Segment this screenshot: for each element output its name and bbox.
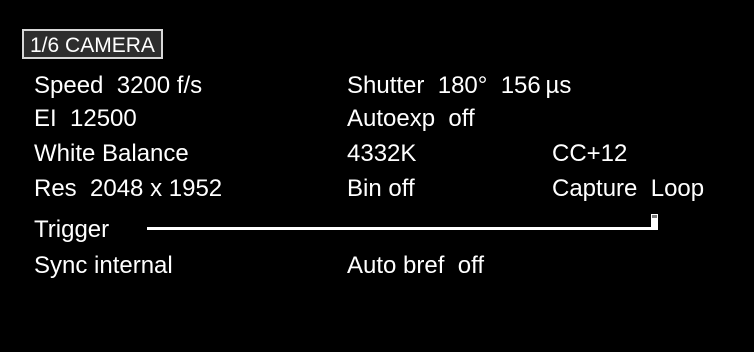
capture-mode-setting[interactable]: Capture Loop	[552, 175, 704, 203]
autoexp-setting[interactable]: Autoexp off	[347, 105, 475, 133]
auto-bref-setting[interactable]: Auto bref off	[347, 252, 484, 280]
shutter-setting[interactable]: Shutter 180° 156 µs	[347, 72, 571, 100]
speed-setting[interactable]: Speed 3200 f/s	[34, 72, 202, 100]
white-balance-cc[interactable]: CC+12	[552, 140, 627, 168]
camera-page-tab[interactable]: 1/6 CAMERA	[22, 29, 163, 59]
bin-setting[interactable]: Bin off	[347, 175, 415, 203]
camera-settings-screen: 1/6 CAMERA Speed 3200 f/s Shutter 180° 1…	[0, 0, 754, 352]
trigger-slider-handle[interactable]	[651, 214, 658, 228]
ei-setting[interactable]: EI 12500	[34, 105, 137, 133]
white-balance-kelvin[interactable]: 4332K	[347, 140, 416, 168]
trigger-slider-track[interactable]	[147, 227, 658, 230]
trigger-label: Trigger	[34, 216, 110, 243]
resolution-setting[interactable]: Res 2048 x 1952	[34, 175, 222, 203]
sync-setting[interactable]: Sync internal	[34, 252, 173, 280]
white-balance-label: White Balance	[34, 140, 189, 167]
